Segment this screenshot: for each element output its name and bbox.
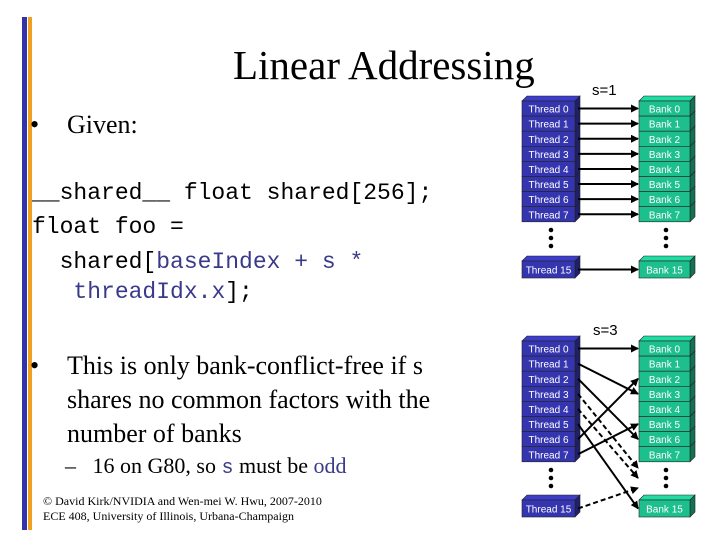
thread-box-label: Thread 1 xyxy=(528,120,568,131)
bank-box-label: Bank 3 xyxy=(649,150,681,161)
thread-box-label: Thread 15 xyxy=(526,505,572,516)
thread-box-top xyxy=(521,255,581,262)
ellipsis-dot xyxy=(663,475,669,481)
thread-box-label: Thread 5 xyxy=(528,180,568,191)
bank-box-label: Bank 1 xyxy=(649,120,681,131)
bank-box-label: Bank 15 xyxy=(646,266,683,277)
thread-box-label: Thread 4 xyxy=(528,405,568,416)
ellipsis-dot xyxy=(548,483,554,489)
thread-box-label: Thread 7 xyxy=(528,210,568,221)
bank-box-label: Bank 5 xyxy=(649,420,681,431)
bank-box-label: Bank 0 xyxy=(649,345,681,356)
ellipsis-dot xyxy=(548,475,554,481)
thread-box-label: Thread 4 xyxy=(528,165,568,176)
bank-diagrams: s=1 Thread 0 Thread 1 Thread 2 Thread 3 Threa… xyxy=(521,82,696,518)
thread-box-label: Thread 6 xyxy=(528,435,568,446)
ellipsis-dot xyxy=(663,235,669,241)
ellipsis-dot xyxy=(663,243,669,249)
thread-box-top xyxy=(521,95,581,102)
bank-box-label: Bank 0 xyxy=(649,105,681,116)
bank-box-label: Bank 15 xyxy=(646,505,683,516)
thread-box-label: Thread 0 xyxy=(528,345,568,356)
thread-box-label: Thread 3 xyxy=(528,150,568,161)
mapping-arrow xyxy=(577,423,639,456)
thread-box-label: Thread 15 xyxy=(526,266,572,277)
bank-box-label: Bank 2 xyxy=(649,135,681,146)
thread-box-label: Thread 0 xyxy=(528,105,568,116)
bank-box-label: Bank 6 xyxy=(649,435,681,446)
ellipsis-dot xyxy=(548,243,554,249)
thread-box-label: Thread 6 xyxy=(528,195,568,206)
bank-box-label: Bank 5 xyxy=(649,180,681,191)
thread-box-top xyxy=(521,335,581,342)
mapping-arrow xyxy=(577,362,639,395)
thread-box-label: Thread 5 xyxy=(528,420,568,431)
bank-box-top xyxy=(638,255,696,262)
thread-box-label: Thread 1 xyxy=(528,360,568,371)
thread-box-label: Thread 3 xyxy=(528,390,568,401)
bank-box-top xyxy=(638,494,696,501)
ellipsis-dot xyxy=(548,235,554,241)
ellipsis-dot xyxy=(663,483,669,489)
bank-box-label: Bank 7 xyxy=(649,210,681,221)
bank-box-top xyxy=(638,95,696,102)
bank-box-top xyxy=(638,335,696,342)
bank-box-label: Bank 7 xyxy=(649,450,681,461)
thread-box-top xyxy=(521,494,581,501)
bank-box-label: Bank 6 xyxy=(649,195,681,206)
thread-box-label: Thread 2 xyxy=(528,135,568,146)
bank-box-label: Bank 4 xyxy=(649,405,681,416)
bank-box-label: Bank 1 xyxy=(649,360,681,371)
stride-label: s=1 xyxy=(592,82,617,99)
thread-box-label: Thread 7 xyxy=(528,450,568,461)
ellipsis-dot xyxy=(663,467,669,473)
ellipsis-dot xyxy=(548,227,554,233)
bank-box-label: Bank 4 xyxy=(649,165,681,176)
ellipsis-dot xyxy=(548,467,554,473)
stride-label: s=3 xyxy=(593,322,618,339)
ellipsis-dot xyxy=(663,227,669,233)
mapping-arrow xyxy=(577,486,639,510)
bank-box-label: Bank 3 xyxy=(649,390,681,401)
bank-box-label: Bank 2 xyxy=(649,375,681,386)
thread-box-label: Thread 2 xyxy=(528,375,568,386)
